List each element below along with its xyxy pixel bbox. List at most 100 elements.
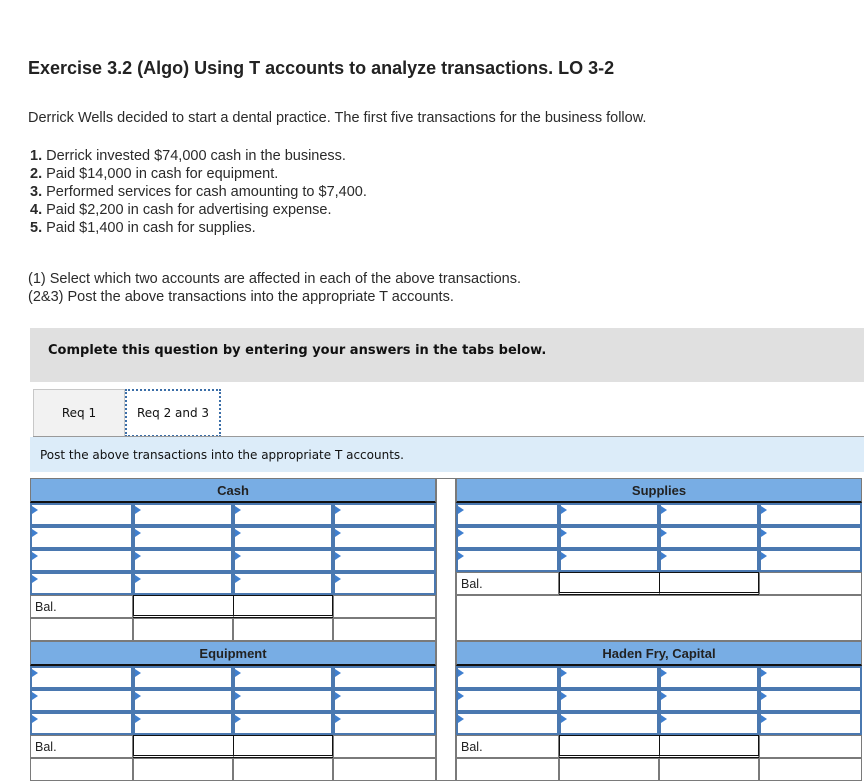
cash-credit-account-dropdown[interactable] <box>233 503 333 526</box>
cash-credit-balance-input[interactable] <box>233 595 333 618</box>
column-gap <box>436 478 456 781</box>
tab-instruction: Post the above transactions into the app… <box>30 437 864 472</box>
tab-instruction-text: Post the above transactions into the app… <box>40 448 404 462</box>
equipment-debit-account-dropdown[interactable] <box>30 712 133 735</box>
cash-credit-amount-input[interactable] <box>333 549 436 572</box>
transaction-number: 2. <box>30 166 43 182</box>
haden-fry-capital-credit-account-dropdown[interactable] <box>659 666 759 689</box>
haden-fry-capital-debit-account-dropdown[interactable] <box>456 689 559 712</box>
cash-debit-account-dropdown[interactable] <box>30 549 133 572</box>
haden-fry-capital-credit-amount-input[interactable] <box>759 666 862 689</box>
cash-debit-amount-input[interactable] <box>133 503 233 526</box>
transaction-text: Performed services for cash amounting to… <box>46 184 367 200</box>
cash-credit-amount-input[interactable] <box>333 526 436 549</box>
cash-debit-account-dropdown[interactable] <box>30 503 133 526</box>
equipment-credit-account-dropdown[interactable] <box>233 689 333 712</box>
equipment-credit-amount-input[interactable] <box>333 689 436 712</box>
equipment-balance-label: Bal. <box>30 735 133 758</box>
supplies-debit-amount-input[interactable] <box>559 503 659 526</box>
haden-fry-capital-debit-amount-input[interactable] <box>559 666 659 689</box>
cash-blank-cell <box>333 618 436 641</box>
cash-credit-account-dropdown[interactable] <box>233 526 333 549</box>
equipment-credit-balance-input[interactable] <box>233 735 333 758</box>
equipment-debit-account-dropdown[interactable] <box>30 666 133 689</box>
cash-debit-balance-input[interactable] <box>133 595 233 618</box>
transaction-number: 1. <box>30 148 43 164</box>
exercise-title: Exercise 3.2 (Algo) Using T accounts to … <box>28 58 615 78</box>
cash-blank-cell <box>133 618 233 641</box>
haden-fry-capital-blank-cell <box>559 758 659 781</box>
cash-debit-account-dropdown[interactable] <box>30 526 133 549</box>
haden-fry-capital-debit-balance-input[interactable] <box>559 735 659 758</box>
transaction-text: Paid $1,400 in cash for supplies. <box>46 220 256 236</box>
equipment-debit-account-dropdown[interactable] <box>30 689 133 712</box>
supplies-account-header: Supplies <box>456 478 862 503</box>
instruction-banner: Complete this question by entering your … <box>30 328 864 382</box>
equipment-blank-cell <box>333 758 436 781</box>
haden-fry-capital-credit-amount-input[interactable] <box>759 689 862 712</box>
supplies-debit-amount-input[interactable] <box>559 549 659 572</box>
cash-balance-spacer <box>333 595 436 618</box>
cash-account-header: Cash <box>30 478 436 503</box>
equipment-debit-balance-input[interactable] <box>133 735 233 758</box>
cash-credit-account-dropdown[interactable] <box>233 572 333 595</box>
requirements: (1) Select which two accounts are affect… <box>28 270 521 306</box>
transaction-number: 5. <box>30 220 43 236</box>
haden-fry-capital-blank-cell <box>456 758 559 781</box>
haden-fry-capital-balance-label: Bal. <box>456 735 559 758</box>
cash-debit-amount-input[interactable] <box>133 526 233 549</box>
equipment-blank-cell <box>133 758 233 781</box>
transaction-item: 4. Paid $2,200 in cash for advertising e… <box>30 201 367 219</box>
transaction-text: Paid $14,000 in cash for equipment. <box>46 166 279 182</box>
equipment-credit-amount-input[interactable] <box>333 712 436 735</box>
equipment-debit-amount-input[interactable] <box>133 689 233 712</box>
haden-fry-capital-credit-account-dropdown[interactable] <box>659 689 759 712</box>
supplies-credit-account-dropdown[interactable] <box>659 503 759 526</box>
transaction-item: 1. Derrick invested $74,000 cash in the … <box>30 147 367 165</box>
equipment-blank-cell <box>30 758 133 781</box>
transaction-item: 3. Performed services for cash amounting… <box>30 183 367 201</box>
equipment-credit-account-dropdown[interactable] <box>233 666 333 689</box>
supplies-debit-account-dropdown[interactable] <box>456 503 559 526</box>
supplies-credit-amount-input[interactable] <box>759 503 862 526</box>
haden-fry-capital-debit-account-dropdown[interactable] <box>456 712 559 735</box>
exercise-intro: Derrick Wells decided to start a dental … <box>28 110 647 126</box>
equipment-debit-amount-input[interactable] <box>133 712 233 735</box>
equipment-balance-spacer <box>333 735 436 758</box>
banner-text: Complete this question by entering your … <box>48 343 547 358</box>
haden-fry-capital-credit-balance-input[interactable] <box>659 735 759 758</box>
supplies-credit-amount-input[interactable] <box>759 549 862 572</box>
cash-debit-account-dropdown[interactable] <box>30 572 133 595</box>
cash-credit-amount-input[interactable] <box>333 572 436 595</box>
transaction-item: 5. Paid $1,400 in cash for supplies. <box>30 219 367 237</box>
supplies-debit-account-dropdown[interactable] <box>456 526 559 549</box>
cash-debit-amount-input[interactable] <box>133 549 233 572</box>
supplies-credit-amount-input[interactable] <box>759 526 862 549</box>
equipment-account-header: Equipment <box>30 641 436 666</box>
cash-credit-amount-input[interactable] <box>333 503 436 526</box>
haden-fry-capital-debit-amount-input[interactable] <box>559 689 659 712</box>
cash-credit-account-dropdown[interactable] <box>233 549 333 572</box>
supplies-debit-amount-input[interactable] <box>559 526 659 549</box>
supplies-debit-account-dropdown[interactable] <box>456 549 559 572</box>
equipment-credit-amount-input[interactable] <box>333 666 436 689</box>
equipment-debit-amount-input[interactable] <box>133 666 233 689</box>
tab-req-2-and-3[interactable]: Req 2 and 3 <box>125 389 221 437</box>
haden-fry-capital-credit-amount-input[interactable] <box>759 712 862 735</box>
supplies-balance-spacer <box>759 572 862 595</box>
cash-debit-amount-input[interactable] <box>133 572 233 595</box>
haden-fry-capital-credit-account-dropdown[interactable] <box>659 712 759 735</box>
haden-fry-capital-blank-cell <box>659 758 759 781</box>
haden-fry-capital-balance-spacer <box>759 735 862 758</box>
transaction-text: Derrick invested $74,000 cash in the bus… <box>46 148 346 164</box>
transaction-list: 1. Derrick invested $74,000 cash in the … <box>30 147 367 237</box>
supplies-balance-label: Bal. <box>456 572 559 595</box>
supplies-debit-balance-input[interactable] <box>559 572 659 595</box>
supplies-credit-account-dropdown[interactable] <box>659 526 759 549</box>
tab-req-1[interactable]: Req 1 <box>33 389 125 436</box>
supplies-credit-balance-input[interactable] <box>659 572 759 595</box>
equipment-credit-account-dropdown[interactable] <box>233 712 333 735</box>
supplies-credit-account-dropdown[interactable] <box>659 549 759 572</box>
haden-fry-capital-debit-amount-input[interactable] <box>559 712 659 735</box>
haden-fry-capital-debit-account-dropdown[interactable] <box>456 666 559 689</box>
